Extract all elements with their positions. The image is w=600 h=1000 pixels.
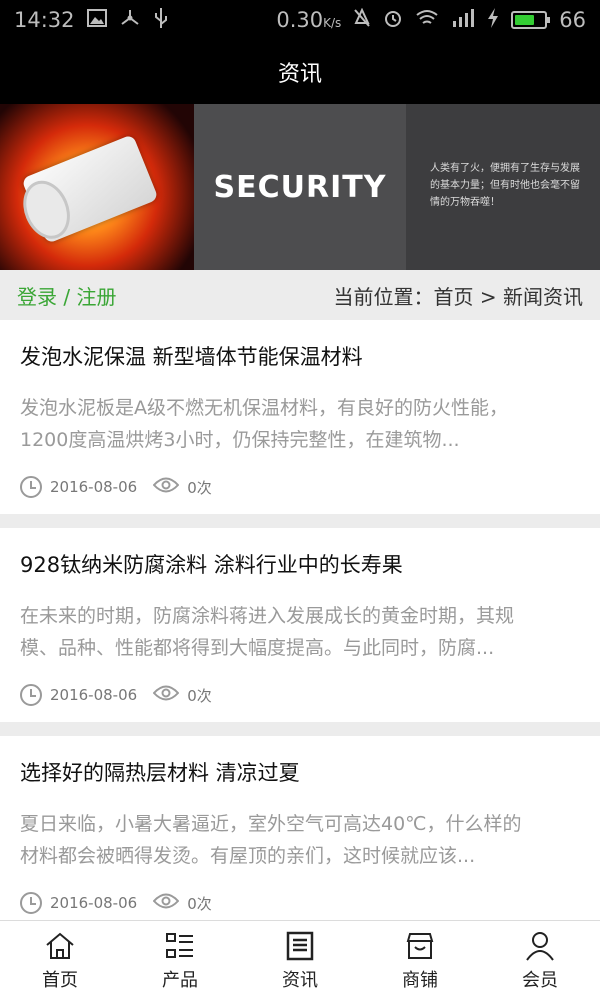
- banner-heading: SECURITY: [194, 104, 406, 270]
- article-summary: 夏日来临，小暑大暑逼近，室外空气可高达40℃，什么样的 材料都会被晒得发烫。有屋…: [20, 808, 580, 872]
- clock-icon: [20, 892, 42, 914]
- signal-icon: [451, 8, 475, 32]
- tab-shops-label: 商铺: [402, 969, 438, 991]
- status-time: 14:32: [14, 8, 75, 32]
- article-meta: 2016-08-06 0次: [20, 892, 580, 914]
- tab-home[interactable]: 首页: [0, 921, 120, 1000]
- article-summary-line: 夏日来临，小暑大暑逼近，室外空气可高达40℃，什么样的: [20, 813, 522, 835]
- usb-icon: [153, 7, 169, 34]
- tab-news[interactable]: 资讯: [240, 921, 360, 1000]
- net-speed: 0.30: [276, 8, 324, 32]
- image-icon: [86, 8, 107, 32]
- list-icon: [166, 932, 193, 958]
- clock-icon: [20, 476, 42, 498]
- article-views: 0次: [187, 478, 212, 497]
- article-date: 2016-08-06: [50, 894, 138, 912]
- article-summary-line: 材料都会被晒得发烫。有屋顶的亲们，这时候就应该...: [20, 845, 476, 867]
- battery-icon: [511, 11, 551, 29]
- page-title: 资讯: [277, 62, 322, 87]
- mute-icon: [353, 7, 371, 33]
- status-bar: 14:32 0.30K/s 66: [0, 0, 600, 40]
- breadcrumb: 当前位置：首页 > 新闻资讯: [333, 284, 583, 309]
- insulation-roll-image: [0, 104, 194, 270]
- article-summary: 发泡水泥板是A级不燃无机保温材料，有良好的防火性能， 1200度高温烘烤3小时，…: [20, 392, 580, 456]
- tab-shops[interactable]: 商铺: [360, 921, 480, 1000]
- battery-level: 66: [559, 8, 586, 32]
- article-card[interactable]: 选择好的隔热层材料 清凉过夏 夏日来临，小暑大暑逼近，室外空气可高达40℃，什么…: [0, 736, 600, 920]
- breadcrumb-bar: 登录 / 注册 当前位置：首页 > 新闻资讯: [0, 270, 600, 320]
- charging-icon: [487, 7, 499, 33]
- tab-products[interactable]: 产品: [120, 921, 240, 1000]
- article-title[interactable]: 发泡水泥保温 新型墙体节能保温材料: [20, 342, 580, 372]
- article-title[interactable]: 928钛纳米防腐涂料 涂料行业中的长寿果: [20, 550, 580, 580]
- login-register-link[interactable]: 登录 / 注册: [17, 281, 116, 310]
- article-summary-line: 发泡水泥板是A级不燃无机保温材料，有良好的防火性能，: [20, 397, 508, 419]
- bottom-tab-bar: 首页 产品 资讯 商铺 会员: [0, 920, 600, 1000]
- tab-member[interactable]: 会员: [480, 921, 600, 1000]
- banner-caption: 人类有了火，便拥有了生存与发展的基本力量；但有时他也会毫不留情的万物吞噬！: [406, 104, 600, 270]
- article-views: 0次: [187, 894, 212, 913]
- article-summary-line: 1200度高温烘烤3小时，仍保持完整性，在建筑物...: [20, 429, 460, 451]
- alarm-icon: [383, 8, 403, 33]
- app-root: 14:32 0.30K/s 66 资讯 SECURITY 人类有了火，便拥有了生…: [0, 0, 600, 1000]
- news-icon: [286, 931, 314, 960]
- article-meta: 2016-08-06 0次: [20, 476, 580, 498]
- page-header: 资讯: [0, 40, 600, 104]
- eye-icon: [152, 684, 180, 706]
- clock-icon: [20, 684, 42, 706]
- shop-icon: [406, 932, 434, 959]
- user-icon: [526, 931, 554, 961]
- tab-products-label: 产品: [162, 969, 198, 991]
- article-date: 2016-08-06: [50, 686, 138, 704]
- article-meta: 2016-08-06 0次: [20, 684, 580, 706]
- tab-member-label: 会员: [522, 969, 558, 991]
- usb-share-icon: [119, 8, 141, 33]
- home-icon: [46, 932, 74, 959]
- net-unit: K/s: [323, 16, 342, 30]
- tab-news-label: 资讯: [282, 969, 318, 991]
- article-summary-line: 模、品种、性能都将得到大幅度提高。与此同时，防腐...: [20, 637, 495, 659]
- banner[interactable]: SECURITY 人类有了火，便拥有了生存与发展的基本力量；但有时他也会毫不留情…: [0, 104, 600, 270]
- eye-icon: [152, 892, 180, 914]
- article-views: 0次: [187, 686, 212, 705]
- eye-icon: [152, 476, 180, 498]
- wifi-icon: [415, 9, 439, 32]
- tab-home-label: 首页: [42, 969, 78, 991]
- article-card[interactable]: 928钛纳米防腐涂料 涂料行业中的长寿果 在未来的时期，防腐涂料蒋进入发展成长的…: [0, 528, 600, 722]
- article-summary: 在未来的时期，防腐涂料蒋进入发展成长的黄金时期，其规 模、品种、性能都将得到大幅…: [20, 600, 580, 664]
- article-date: 2016-08-06: [50, 478, 138, 496]
- article-title[interactable]: 选择好的隔热层材料 清凉过夏: [20, 758, 580, 788]
- article-card[interactable]: 发泡水泥保温 新型墙体节能保温材料 发泡水泥板是A级不燃无机保温材料，有良好的防…: [0, 320, 600, 514]
- article-summary-line: 在未来的时期，防腐涂料蒋进入发展成长的黄金时期，其规: [20, 605, 515, 627]
